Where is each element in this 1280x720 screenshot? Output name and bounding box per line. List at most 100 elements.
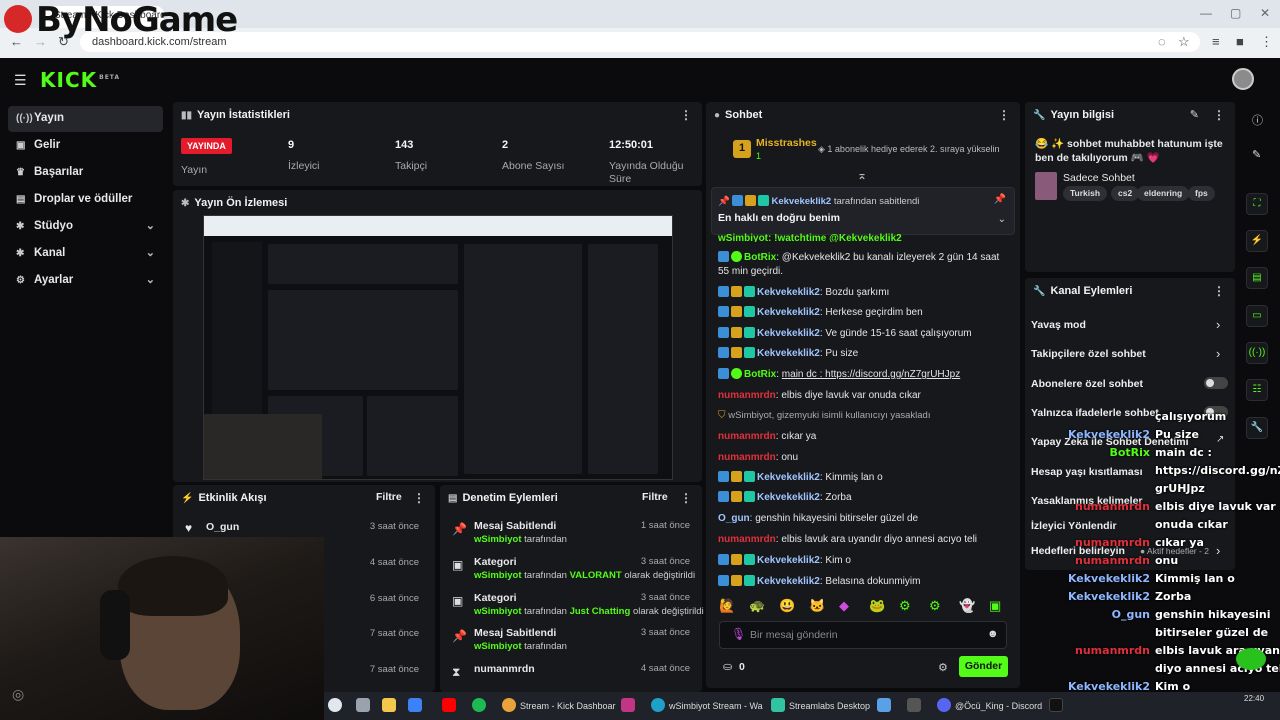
avatar[interactable] [1232,68,1254,90]
slow-mode-row[interactable]: Yavaş mod [1031,319,1086,331]
info-icon[interactable]: ⓘ [1252,112,1263,128]
chat-username[interactable]: numanmrdn [718,390,776,401]
playlist-icon[interactable]: ≡ [1212,34,1220,49]
youtube-icon[interactable] [442,698,460,712]
pencil-icon[interactable]: ✎ [1252,148,1261,161]
kick-logo[interactable]: KICK BETA [40,68,120,92]
external-link-icon[interactable]: ↗ [1216,434,1224,445]
more-options-icon[interactable]: ⋮ [1213,108,1225,122]
chat-icon[interactable]: ▭ [1246,305,1268,327]
raid-row[interactable]: İzleyici Yönlendir [1031,520,1117,532]
sidebar-item-yayin[interactable]: ((·))Yayın [8,106,163,132]
emote-icon[interactable]: ▣ [989,598,1001,614]
chat-username[interactable]: Kekvekeklik2 [757,555,820,566]
taskbar-streamlabs-item[interactable]: Streamlabs Desktop [771,698,870,712]
chevron-right-icon[interactable]: › [1216,317,1220,332]
instagram-icon[interactable] [621,698,639,712]
emote-icon[interactable]: 🐱 [809,598,825,614]
sidebar-item-kanal[interactable]: ✱ Kanal ⌄ [8,241,163,267]
more-options-icon[interactable]: ⋮ [1213,284,1225,298]
taskview-icon[interactable] [356,698,374,712]
minimize-icon[interactable]: — [1200,6,1212,20]
emote-icon[interactable]: 🐸 [869,598,885,614]
emote-icon[interactable]: ⚙ [929,598,941,614]
stream-preview-video[interactable] [203,215,673,480]
chat-username[interactable]: BotRix [744,252,776,263]
sidebar-item-droplar[interactable]: ▤ Droplar ve ödüller [8,187,163,213]
clipboard-icon[interactable]: ▤ [1246,267,1268,289]
chat-username[interactable]: Kekvekeklik2 [757,328,820,339]
collapse-icon[interactable]: ⌅ [857,168,867,182]
chat-username[interactable]: numanmrdn [718,431,776,442]
emote-icon[interactable]: ⚙ [899,598,911,614]
chevron-right-icon[interactable]: › [1216,543,1220,558]
eye-off-icon[interactable]: ◌ [1158,34,1166,49]
more-options-icon[interactable]: ⋮ [680,108,692,122]
layout-icon[interactable]: ☷ [1246,379,1268,401]
activity-filter-button[interactable]: Filtre [376,491,402,503]
star-icon[interactable]: ☆ [1178,34,1190,50]
tag[interactable]: Turkish [1063,186,1108,201]
tag[interactable]: cs2 [1111,186,1140,201]
edit-icon[interactable]: ✎ [1190,108,1199,121]
chat-username[interactable]: Kekvekeklik2 [757,576,820,587]
chat-username[interactable]: numanmrdn [718,534,776,545]
sidebar-item-ayarlar[interactable]: ⚙ Ayarlar ⌄ [8,268,163,294]
emote-icon[interactable]: 🙋 [719,598,735,614]
emote-icon[interactable]: ◆ [839,598,849,614]
tiktok-icon[interactable] [1049,698,1067,712]
chat-username[interactable]: O_gun [718,513,750,524]
chat-settings-icon[interactable]: ⚙ [938,661,948,674]
chat-username[interactable]: Kekvekeklik2 [757,492,820,503]
emote-icon[interactable]: 😃 [779,598,795,614]
chat-username[interactable]: Kekvekeklik2 [757,472,820,483]
emoji-icon[interactable]: ☻ [987,628,999,640]
fullscreen-icon[interactable]: ⛶ [1246,193,1268,215]
address-bar[interactable]: dashboard.kick.com/stream [80,32,1200,52]
chat-input[interactable]: Bir mesaj gönderin [719,621,1007,649]
tag[interactable]: eldenring [1137,186,1190,201]
menu-dots-icon[interactable]: ⋮ [1260,34,1273,50]
close-icon[interactable]: ✕ [1260,6,1270,20]
spotify-icon[interactable] [472,698,490,712]
sidebar-item-basarilar[interactable]: ♛ Başarılar [8,160,163,186]
folder-icon[interactable] [382,698,400,712]
start-icon[interactable] [328,698,346,712]
broadcast-icon[interactable]: ((·)) [1246,342,1268,364]
chat-username[interactable]: Kekvekeklik2 [757,287,820,298]
wrench-icon[interactable]: 🔧 [1246,417,1268,439]
chat-username[interactable]: Kekvekeklik2 [757,348,820,359]
microphone-icon[interactable]: 🎙 [731,627,746,641]
emote-icon[interactable]: 🐢 [749,598,765,614]
chevron-right-icon[interactable]: › [1216,346,1220,361]
extension-icon[interactable]: ■ [1236,34,1244,49]
more-options-icon[interactable]: ⋮ [998,108,1010,122]
account-age-row[interactable]: Hesap yaşı kısıtlaması [1031,466,1143,478]
maximize-icon[interactable]: ▢ [1230,6,1241,20]
chevron-down-icon[interactable]: ⌄ [998,214,1006,225]
sidebar-item-gelir[interactable]: ▣ Gelir [8,133,163,159]
emote-icon[interactable]: 👻 [959,598,975,614]
lightning-icon[interactable]: ⚡ [1246,230,1268,252]
store-icon[interactable] [408,698,426,712]
more-options-icon[interactable]: ⋮ [680,491,692,505]
hamburger-menu-icon[interactable]: ☰ [14,72,27,89]
chat-username[interactable]: BotRix [744,369,776,380]
chat-username[interactable]: Kekvekeklik2 [757,307,820,318]
followers-only-row[interactable]: Takipçilere özel sohbet [1031,348,1146,360]
send-button[interactable]: Gönder [959,656,1008,677]
top-gifter-name[interactable]: Misstrashes [756,137,817,149]
subs-only-toggle[interactable] [1204,377,1228,389]
unpin-icon[interactable]: 📌 [994,194,1006,205]
tag[interactable]: fps [1188,186,1215,201]
taskbar-edge-item[interactable]: wSimbiyot Stream - Wa [651,698,763,712]
more-options-icon[interactable]: ⋮ [413,491,425,505]
taskbar-discord-item[interactable]: @Öcü_King - Discord [937,698,1042,712]
sidebar-item-studyo[interactable]: ✱ Stüdyo ⌄ [8,214,163,240]
terminal-icon[interactable] [907,698,925,712]
taskbar-chrome-item[interactable]: Stream - Kick Dashboar [502,698,616,712]
moderation-filter-button[interactable]: Filtre [642,491,668,503]
app-icon[interactable] [877,698,895,712]
chat-username[interactable]: numanmrdn [718,452,776,463]
category-name[interactable]: Sadece Sohbet [1063,172,1135,184]
